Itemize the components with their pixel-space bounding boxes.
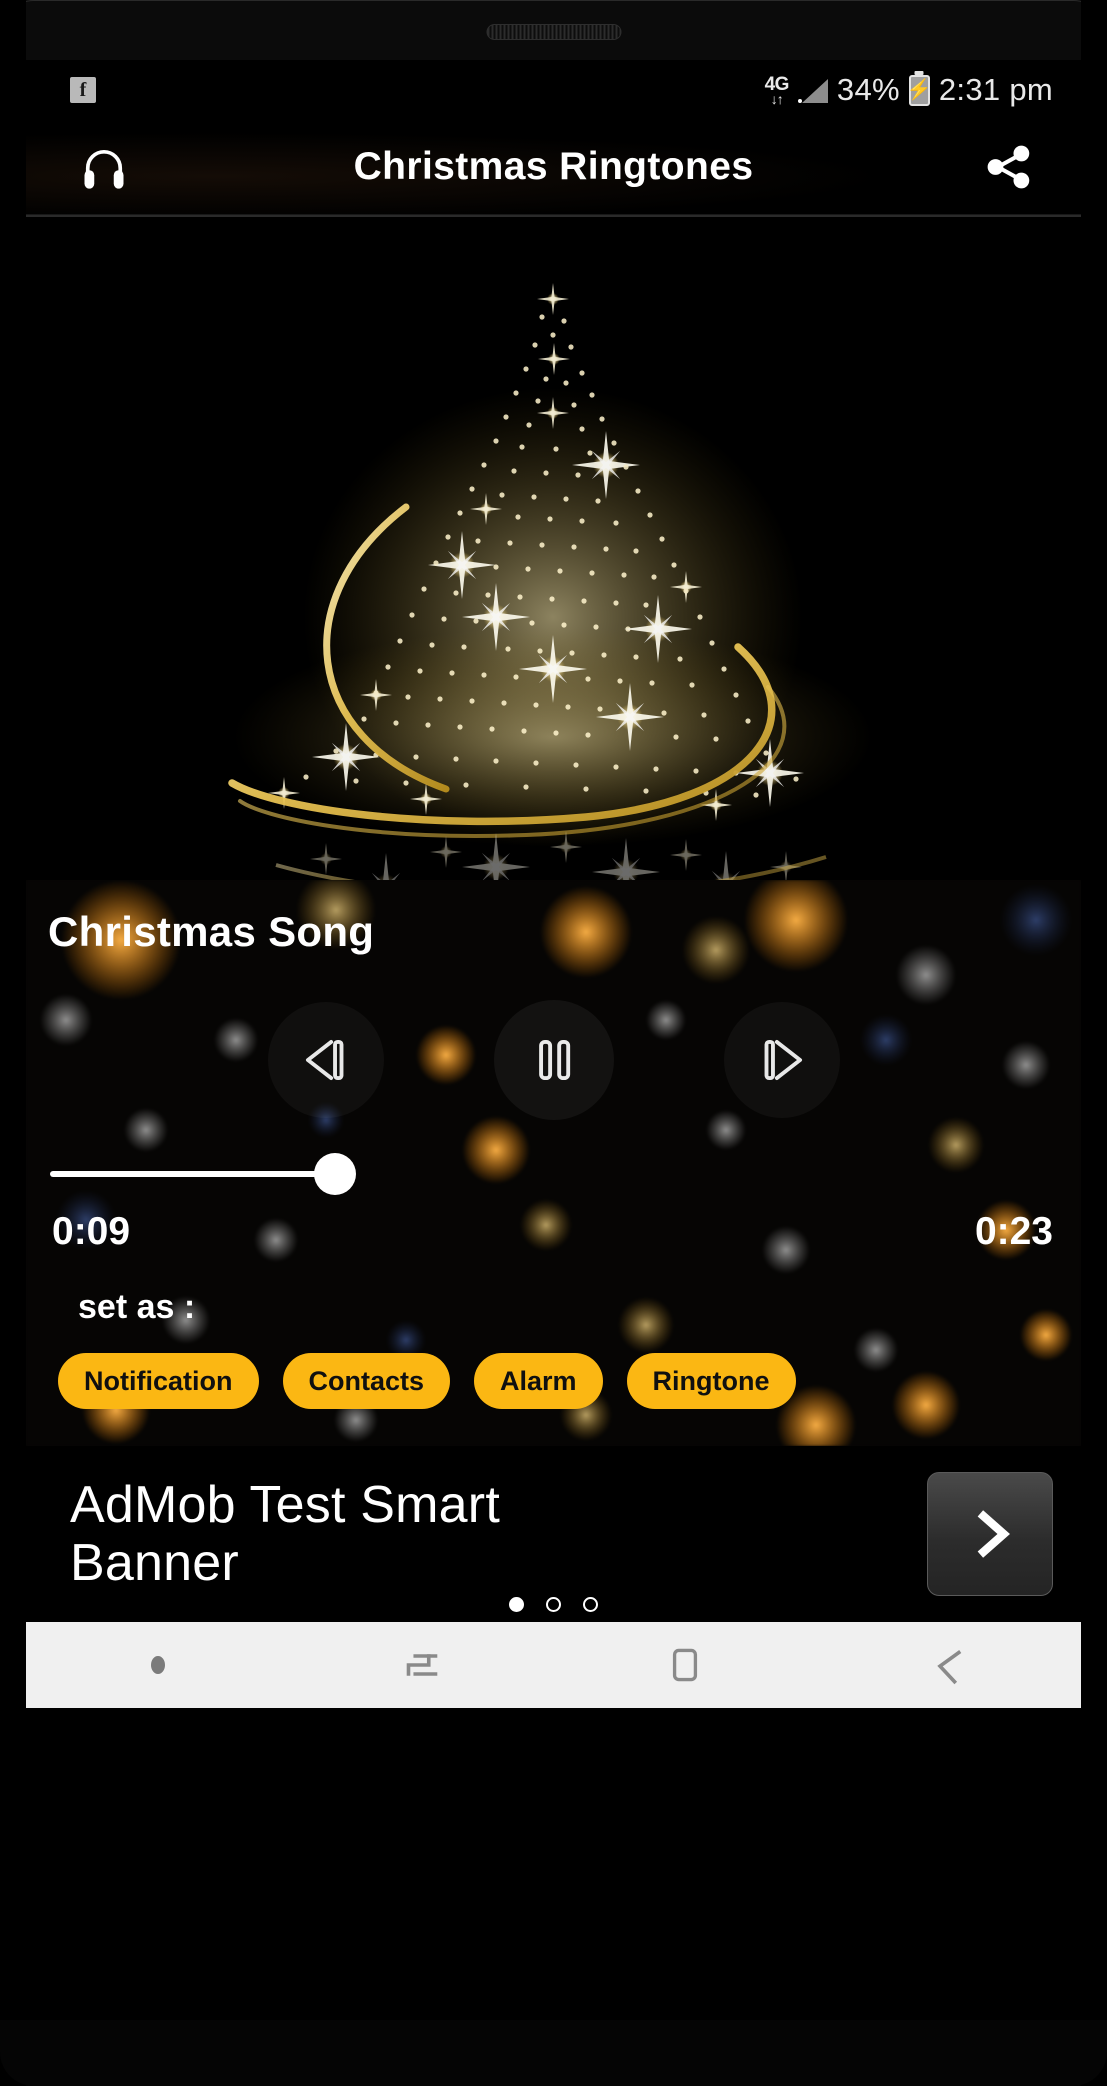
set-as-alarm[interactable]: Alarm xyxy=(474,1353,603,1409)
clock-label: 2:31 pm xyxy=(938,72,1053,107)
device-bottom-bezel xyxy=(0,2020,1107,2086)
seek-bar-progress xyxy=(50,1171,332,1177)
ad-pager-dot-2[interactable] xyxy=(546,1597,561,1612)
device-left-bezel xyxy=(0,0,26,2086)
elapsed-time-label: 0:09 xyxy=(52,1210,131,1253)
seek-bar[interactable] xyxy=(26,1153,1081,1195)
ad-pager-dot-1[interactable] xyxy=(509,1597,524,1612)
back-icon[interactable] xyxy=(817,1638,1081,1692)
network-type-icon: 4G ↓↑ xyxy=(765,75,790,107)
set-as-label: set as : xyxy=(78,1288,196,1326)
page-title: Christmas Ringtones xyxy=(353,145,754,188)
time-row: 0:09 0:23 xyxy=(26,1210,1081,1254)
duration-label: 0:23 xyxy=(974,1210,1053,1253)
song-title: Christmas Song xyxy=(48,908,375,955)
ad-pager-dots xyxy=(26,1597,1081,1612)
phone-device-frame: f 4G ↓↑ 34% ⚡ 2:31 pm Christmas Ringtone… xyxy=(0,0,1107,2086)
headphones-icon[interactable] xyxy=(66,129,142,205)
set-as-notification[interactable]: Notification xyxy=(58,1353,259,1409)
set-as-contacts[interactable]: Contacts xyxy=(282,1353,451,1409)
battery-charging-icon: ⚡ xyxy=(907,74,932,106)
set-as-ringtone[interactable]: Ringtone xyxy=(626,1353,796,1409)
chevron-right-icon[interactable] xyxy=(927,1472,1053,1596)
next-track-icon[interactable] xyxy=(723,1002,840,1118)
playback-controls xyxy=(26,1000,1081,1120)
ad-headline: AdMob Test Smart Banner xyxy=(70,1476,500,1592)
network-arrows-label: ↓↑ xyxy=(770,90,784,107)
system-navigation-bar xyxy=(26,1622,1081,1708)
battery-percent-label: 34% xyxy=(836,72,900,107)
previous-track-icon[interactable] xyxy=(267,1002,384,1118)
ad-headline-line-2: Banner xyxy=(70,1534,239,1592)
set-as-options: Notification Contacts Alarm Ringtone xyxy=(26,1353,1081,1409)
recents-icon[interactable] xyxy=(290,1638,554,1692)
home-icon[interactable] xyxy=(554,1640,818,1690)
device-right-bezel xyxy=(1081,0,1107,2086)
status-bar: f 4G ↓↑ 34% ⚡ 2:31 pm xyxy=(26,60,1081,120)
ad-pager-dot-3[interactable] xyxy=(583,1597,598,1612)
pause-icon[interactable] xyxy=(493,1000,614,1120)
signal-strength-icon xyxy=(797,77,828,103)
earpiece-speaker-grille xyxy=(486,24,621,40)
facebook-icon: f xyxy=(70,77,96,103)
seek-bar-thumb[interactable] xyxy=(314,1153,356,1195)
christmas-tree-image xyxy=(26,217,1081,880)
nav-dot-icon[interactable] xyxy=(26,1656,290,1674)
ad-banner[interactable]: AdMob Test Smart Banner xyxy=(26,1446,1081,1622)
share-icon[interactable] xyxy=(971,129,1047,205)
album-artwork xyxy=(26,215,1081,880)
status-bar-right-cluster: 4G ↓↑ 34% ⚡ 2:31 pm xyxy=(765,72,1053,108)
device-top-bezel xyxy=(0,0,1107,60)
app-bar: Christmas Ringtones xyxy=(26,120,1081,215)
ad-headline-line-1: AdMob Test Smart xyxy=(70,1475,500,1534)
phone-screen: f 4G ↓↑ 34% ⚡ 2:31 pm Christmas Ringtone… xyxy=(26,60,1081,2020)
player-panel: Christmas Song 0:09 0:23 set as: Notifi… xyxy=(26,880,1081,1446)
